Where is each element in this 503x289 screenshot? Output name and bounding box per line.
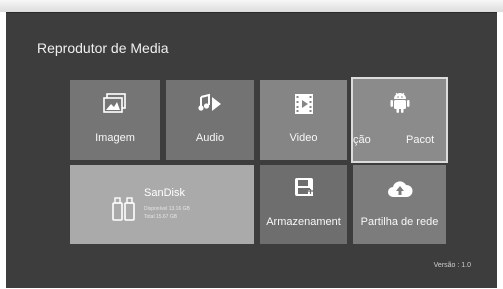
device-total: Total 15.67 GB (144, 214, 178, 220)
tv-bezel (0, 0, 503, 12)
page-title: Reprodutor de Media (37, 40, 169, 56)
tile-audio[interactable]: Audio (166, 80, 254, 160)
tile-usb-device[interactable]: SanDisk Disponível 13.16 GB Total 15.67 … (70, 165, 254, 244)
tile-label: Imagem (95, 132, 135, 144)
tile-label-right: Pacot (406, 134, 435, 146)
tile-label: Armazenament (266, 216, 341, 228)
tile-video[interactable]: Video (260, 80, 347, 160)
storage-icon (293, 176, 315, 203)
tile-label: Partilha de rede (360, 216, 439, 228)
cloud-icon (387, 179, 413, 204)
tile-network-share[interactable]: Partilha de rede (353, 165, 446, 244)
music-icon (197, 93, 223, 120)
android-icon (389, 90, 411, 119)
tile-label-left: ção (353, 134, 371, 146)
version-label: Versão : 1.0 (433, 262, 471, 269)
media-player-screen: Reprodutor de Media Imagem Audio Video ç… (6, 12, 497, 288)
image-icon (103, 93, 127, 118)
device-name: SanDisk (144, 187, 185, 199)
tile-label: Video (289, 132, 318, 144)
tile-label: Audio (195, 132, 225, 144)
usb-drive-icon (112, 195, 136, 226)
device-available: Disponível 13.16 GB (144, 206, 190, 212)
tile-storage[interactable]: Armazenament (260, 165, 347, 244)
tile-image[interactable]: Imagem (70, 80, 160, 160)
film-icon (293, 93, 315, 120)
tile-app-packages[interactable]: ção Pacot (351, 77, 448, 163)
